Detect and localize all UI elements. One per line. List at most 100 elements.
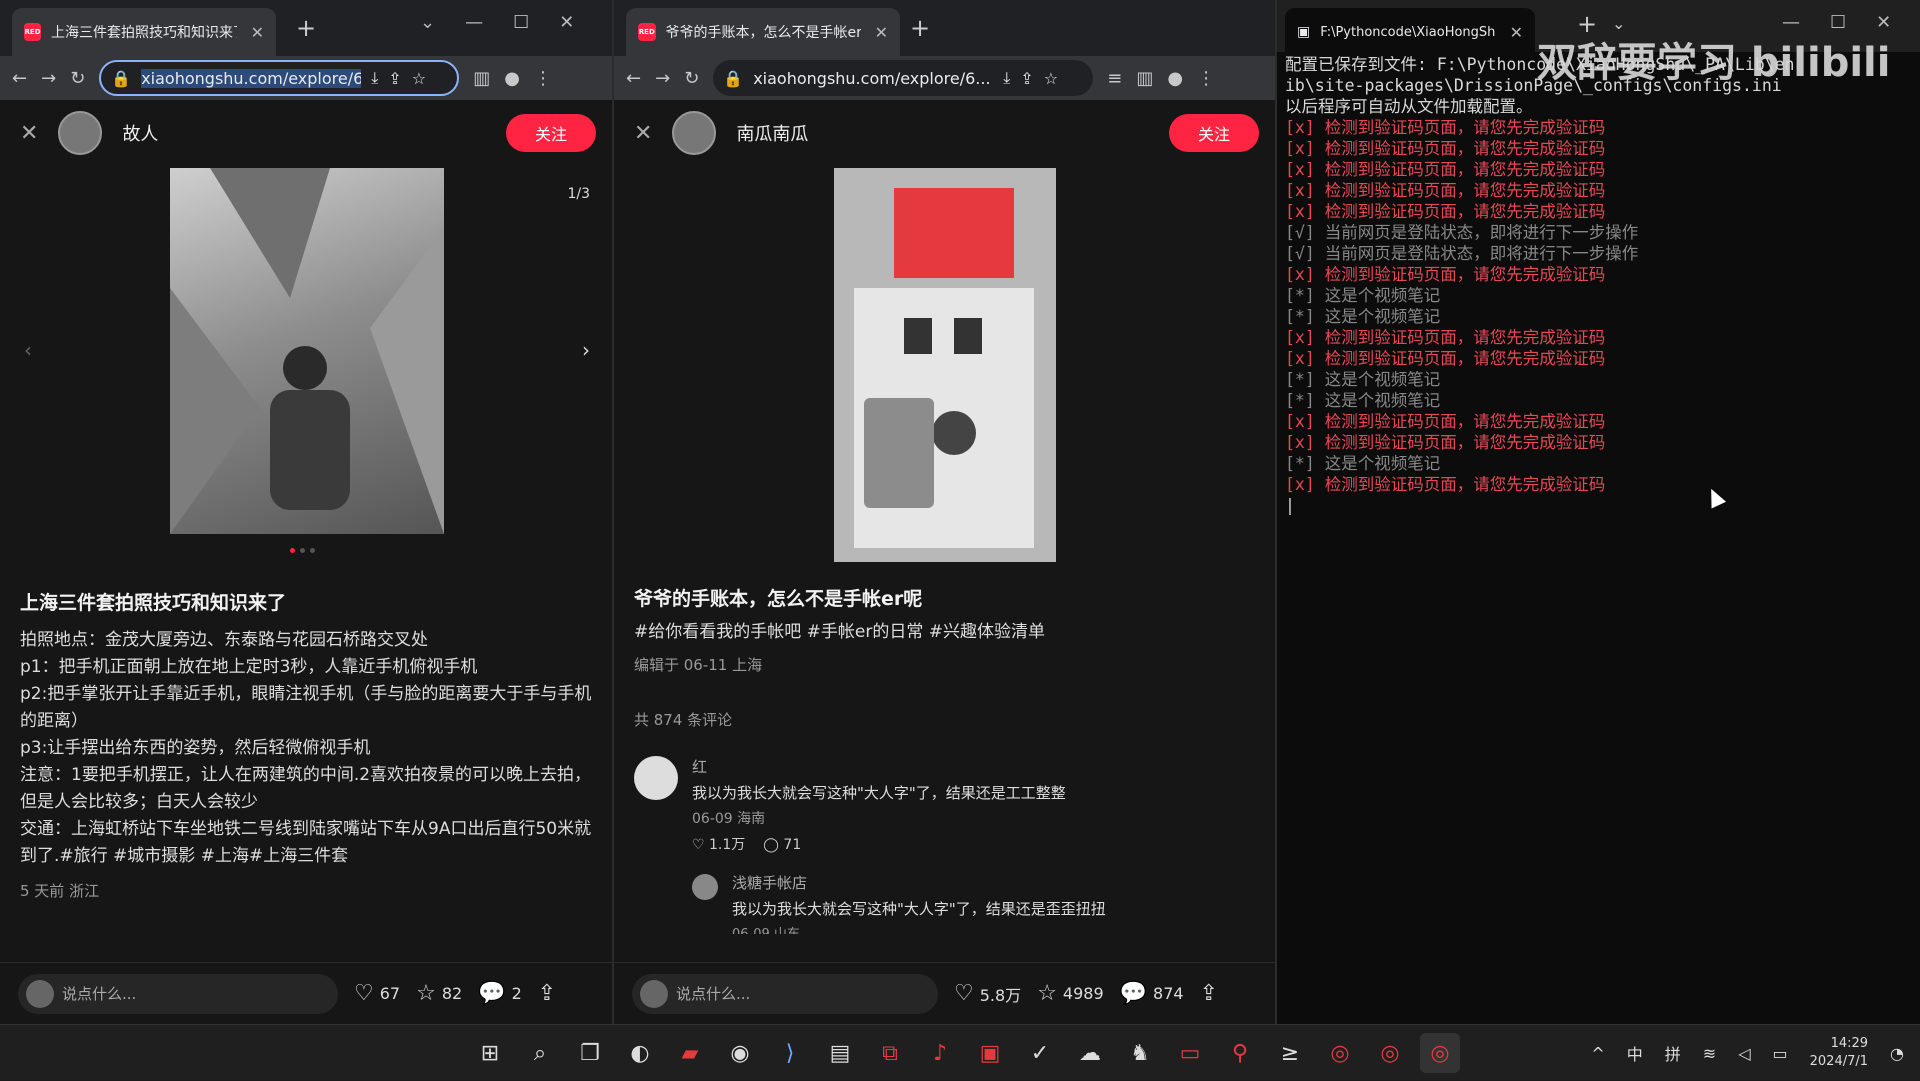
star-icon[interactable]: ☆ xyxy=(412,69,426,88)
task-view-icon[interactable]: ❐ xyxy=(570,1033,610,1073)
comment-input[interactable]: 说点什么... xyxy=(18,973,338,1014)
app-icon[interactable]: ✓ xyxy=(1020,1033,1060,1073)
reply-user[interactable]: 浅糖手帐店 xyxy=(732,870,1255,896)
collect-button[interactable]: ☆ 82 xyxy=(416,981,462,1006)
system-tray: ^ 中 拼 ≋ ◁ ▭ 14:29 2024/7/1 ◔ xyxy=(1591,1025,1904,1081)
install-icon[interactable]: ⤓ xyxy=(1003,68,1010,88)
close-tab-icon[interactable]: ✕ xyxy=(875,23,888,42)
next-image-icon[interactable]: › xyxy=(582,338,590,362)
chrome-icon[interactable]: ◎ xyxy=(1420,1033,1460,1073)
menu-icon[interactable]: ⋮ xyxy=(534,68,552,89)
browser-tab[interactable]: RED 上海三件套拍照技巧和知识来了 ✕ xyxy=(12,8,276,56)
comment-user[interactable]: 红 xyxy=(692,756,1255,778)
comment-reply-button[interactable]: ◯ 71 xyxy=(763,834,801,856)
note-tags[interactable]: #给你看看我的手帐吧 #手帐er的日常 #兴趣体验清单 xyxy=(634,619,1255,646)
like-button[interactable]: ♡ 5.8万 xyxy=(954,981,1021,1006)
wifi-icon[interactable]: ≋ xyxy=(1703,1044,1716,1063)
collect-button[interactable]: ☆ 4989 xyxy=(1037,981,1103,1006)
reload-icon[interactable]: ↻ xyxy=(684,68,699,89)
chrome-icon[interactable]: ◎ xyxy=(1370,1033,1410,1073)
back-icon[interactable]: ← xyxy=(12,68,27,89)
clock[interactable]: 14:29 2024/7/1 xyxy=(1810,1035,1868,1071)
profile-icon[interactable]: ● xyxy=(1167,68,1183,89)
new-tab-icon[interactable]: + xyxy=(296,14,316,42)
like-button[interactable]: ♡ 67 xyxy=(354,981,400,1006)
follow-button[interactable]: 关注 xyxy=(1169,114,1259,152)
url-text[interactable]: xiaohongshu.com/explore/6 xyxy=(141,68,362,88)
dot xyxy=(300,548,305,553)
comment-like-button[interactable]: ♡ 1.1万 xyxy=(692,834,745,856)
avatar[interactable] xyxy=(634,756,678,800)
battery-icon[interactable]: ▭ xyxy=(1773,1044,1788,1063)
ime-pinyin[interactable]: 拼 xyxy=(1665,1041,1681,1065)
address-bar[interactable]: 🔒 xiaohongshu.com/explore/6... ⤓ ⇪ ☆ xyxy=(713,60,1094,96)
share-button[interactable]: ⇪ xyxy=(538,981,556,1006)
close-icon[interactable]: ✕ xyxy=(634,121,652,146)
ime-mode[interactable]: 中 xyxy=(1627,1041,1643,1065)
note-image[interactable] xyxy=(170,168,444,534)
notification-icon[interactable]: ◔ xyxy=(1890,1044,1904,1063)
terminal-icon[interactable]: ≥ xyxy=(1270,1033,1310,1073)
share-icon: ⇪ xyxy=(537,981,557,1006)
browser-tab[interactable]: RED 爷爷的手账本，怎么不是手帐er呢 ✕ xyxy=(626,8,900,56)
chevron-up-icon[interactable]: ^ xyxy=(1591,1044,1604,1063)
url-text[interactable]: xiaohongshu.com/explore/6... xyxy=(753,69,993,88)
start-icon[interactable]: ⊞ xyxy=(470,1033,510,1073)
avatar[interactable] xyxy=(672,111,717,155)
star-icon[interactable]: ☆ xyxy=(1044,69,1058,88)
install-icon[interactable]: ⤓ xyxy=(371,68,378,88)
obs-icon[interactable]: ◉ xyxy=(720,1033,760,1073)
photo-illustration xyxy=(170,168,444,534)
comment-button[interactable]: 💬 874 xyxy=(1120,981,1184,1006)
chevron-down-icon[interactable]: ⌄ xyxy=(420,12,435,33)
search-app-icon[interactable]: ⚲ xyxy=(1220,1033,1260,1073)
edge-icon[interactable]: ◐ xyxy=(620,1033,660,1073)
forward-icon[interactable]: → xyxy=(655,68,670,89)
comment-date: 06-09 海南 xyxy=(692,811,766,827)
reload-icon[interactable]: ↻ xyxy=(70,68,85,89)
folder-icon[interactable]: ▭ xyxy=(1170,1033,1210,1073)
terminal-output[interactable]: 配置已保存到文件: F:\Pythoncode\XiaoHongShu\_PA\… xyxy=(1277,52,1920,1024)
sidepanel-icon[interactable]: ▥ xyxy=(1136,68,1153,89)
maximize-icon[interactable]: ☐ xyxy=(513,12,529,33)
close-tab-icon[interactable]: ✕ xyxy=(251,23,264,42)
new-tab-icon[interactable]: + xyxy=(910,14,930,42)
menu-icon[interactable]: ⋮ xyxy=(1197,68,1215,89)
share-icon[interactable]: ⇪ xyxy=(388,69,401,88)
forward-icon[interactable]: → xyxy=(41,68,56,89)
app-icon[interactable]: ♪ xyxy=(920,1033,960,1073)
address-bar[interactable]: 🔒 xiaohongshu.com/explore/6 ⤓ ⇪ ☆ xyxy=(99,60,460,96)
minimize-icon[interactable]: — xyxy=(465,12,483,33)
wechat-icon[interactable]: ☁ xyxy=(1070,1033,1110,1073)
app-icon[interactable]: ⧉ xyxy=(870,1033,910,1073)
app-icon[interactable]: ▣ xyxy=(970,1033,1010,1073)
sidepanel-icon[interactable]: ▥ xyxy=(473,68,490,89)
share-icon[interactable]: ⇪ xyxy=(1020,69,1033,88)
comment-button[interactable]: 💬 2 xyxy=(478,981,522,1006)
prev-image-icon[interactable]: ‹ xyxy=(24,338,32,362)
terminal-tab[interactable]: ▣ F:\Pythoncode\XiaoHongShu ✕ xyxy=(1285,8,1535,56)
app-icon[interactable]: ♞ xyxy=(1120,1033,1160,1073)
back-icon[interactable]: ← xyxy=(626,68,641,89)
author-name[interactable]: 故人 xyxy=(122,120,158,146)
volume-icon[interactable]: ◁ xyxy=(1738,1044,1750,1063)
author-name[interactable]: 南瓜南瓜 xyxy=(736,120,808,146)
avatar[interactable] xyxy=(58,111,103,155)
video-cover[interactable] xyxy=(834,168,1056,562)
media-icon[interactable]: ≡ xyxy=(1107,68,1122,89)
terminal-line: [x] 检测到验证码页面，请您先完成验证码 xyxy=(1285,160,1606,179)
chrome-icon[interactable]: ◎ xyxy=(1320,1033,1360,1073)
file-icon[interactable]: ▤ xyxy=(820,1033,860,1073)
avatar[interactable] xyxy=(692,874,718,900)
share-button[interactable]: ⇪ xyxy=(1200,981,1218,1006)
terminal-line: [x] 检测到验证码页面，请您先完成验证码 xyxy=(1285,349,1606,368)
follow-button[interactable]: 关注 xyxy=(506,114,596,152)
profile-icon[interactable]: ● xyxy=(504,68,520,89)
vscode-icon[interactable]: ⟩ xyxy=(770,1033,810,1073)
close-window-icon[interactable]: ✕ xyxy=(559,12,574,33)
app-icon[interactable]: ▰ xyxy=(670,1033,710,1073)
close-icon[interactable]: ✕ xyxy=(20,121,38,146)
search-icon[interactable]: ⌕ xyxy=(520,1033,560,1073)
comment-input[interactable]: 说点什么... xyxy=(632,973,938,1014)
close-tab-icon[interactable]: ✕ xyxy=(1510,23,1523,42)
